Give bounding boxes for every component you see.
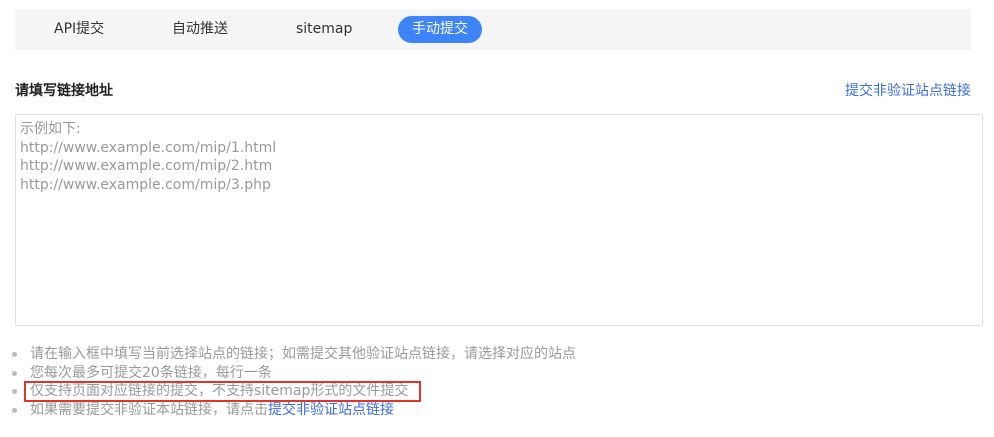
tips-list: 请在输入框中填写当前选择站点的链接；如需提交其他验证站点链接，请选择对应的站点 …	[12, 345, 576, 419]
placeholder-line: 示例如下:	[20, 121, 81, 137]
url-textarea[interactable]: 示例如下: http://www.example.com/mip/1.html …	[15, 114, 983, 326]
tip-text: 您每次最多可提交20条链接，每行一条	[30, 364, 272, 381]
bullet-icon	[12, 352, 17, 357]
placeholder-line: http://www.example.com/mip/3.php	[20, 176, 271, 193]
tab-auto-push[interactable]: 自动推送	[158, 16, 242, 43]
tip-item: 如果需要提交非验证本站链接，请点击提交非验证站点链接	[12, 401, 576, 420]
bullet-icon	[12, 389, 17, 394]
tab-sitemap[interactable]: sitemap	[282, 16, 366, 43]
placeholder-line: http://www.example.com/mip/1.html	[20, 139, 277, 156]
highlight-box	[24, 381, 421, 402]
tip-text: 请在输入框中填写当前选择站点的链接；如需提交其他验证站点链接，请选择对应的站点	[30, 346, 576, 362]
tab-api-submit[interactable]: API提交	[40, 16, 118, 43]
tip-submit-unverified-link[interactable]: 提交非验证站点链接	[268, 402, 394, 418]
submit-unverified-link[interactable]: 提交非验证站点链接	[845, 80, 971, 100]
tip-item: 您每次最多可提交20条链接，每行一条	[12, 364, 576, 383]
bullet-icon	[12, 370, 17, 376]
tip-item: 请在输入框中填写当前选择站点的链接；如需提交其他验证站点链接，请选择对应的站点	[12, 345, 576, 364]
tip-text: 如果需要提交非验证本站链接，请点击	[30, 401, 268, 418]
tip-item-highlighted: 仅支持页面对应链接的提交，不支持sitemap形式的文件提交	[12, 381, 576, 402]
tab-manual-submit[interactable]: 手动提交	[398, 16, 482, 43]
section-title: 请填写链接地址	[15, 83, 113, 99]
tab-bar: API提交 自动推送 sitemap 手动提交	[15, 9, 971, 50]
placeholder-line: http://www.example.com/mip/2.htm	[20, 158, 273, 174]
bullet-icon	[12, 407, 17, 413]
